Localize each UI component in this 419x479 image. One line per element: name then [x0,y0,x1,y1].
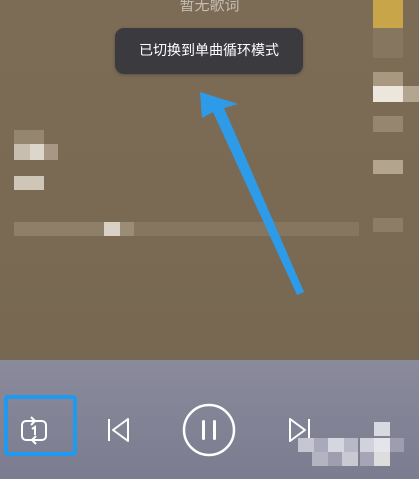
playlist-icon [298,410,419,479]
playlist-button[interactable] [298,410,419,479]
pause-icon [182,403,236,457]
play-mode-highlight-box [4,395,77,456]
previous-track-icon [108,418,129,442]
previous-track-button[interactable] [100,410,136,450]
play-pause-button[interactable] [181,402,237,458]
